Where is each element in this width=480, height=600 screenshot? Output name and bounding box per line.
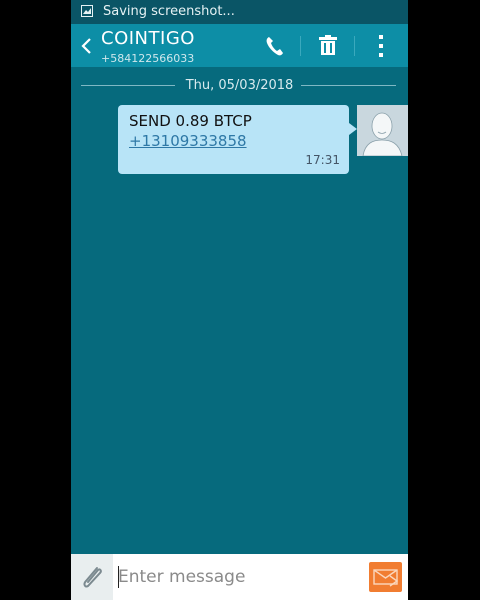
compose-bar xyxy=(71,554,408,600)
send-button[interactable] xyxy=(369,562,402,592)
screenshot-icon xyxy=(81,5,93,17)
app-bar: COINTIGO +584122566033 xyxy=(71,24,408,67)
attach-button[interactable] xyxy=(71,554,113,600)
app-bar-separator xyxy=(354,36,355,56)
contact-number: +584122566033 xyxy=(101,52,195,65)
paperclip-icon xyxy=(83,567,102,588)
message-input[interactable] xyxy=(118,565,358,589)
phone-call-icon[interactable] xyxy=(263,33,287,59)
back-arrow-icon[interactable] xyxy=(77,34,97,58)
delete-trash-icon[interactable] xyxy=(316,33,340,59)
more-options-icon[interactable] xyxy=(369,33,393,59)
send-envelope-icon xyxy=(373,569,399,587)
message-text: SEND 0.89 BTCP xyxy=(129,112,252,130)
messaging-screen: Saving screenshot... COINTIGO +584122566… xyxy=(71,0,408,600)
status-text: Saving screenshot... xyxy=(103,4,235,19)
message-phone-link[interactable]: +13109333858 xyxy=(129,132,247,150)
status-bar: Saving screenshot... xyxy=(71,0,408,24)
message-timestamp: 17:31 xyxy=(305,153,340,167)
avatar[interactable] xyxy=(357,105,408,157)
default-person-icon xyxy=(357,105,408,157)
app-bar-separator xyxy=(300,36,301,56)
message-bubble[interactable]: SEND 0.89 BTCP +13109333858 17:31 xyxy=(118,105,357,174)
contact-name[interactable]: COINTIGO xyxy=(101,28,195,49)
date-divider-right xyxy=(301,85,396,86)
